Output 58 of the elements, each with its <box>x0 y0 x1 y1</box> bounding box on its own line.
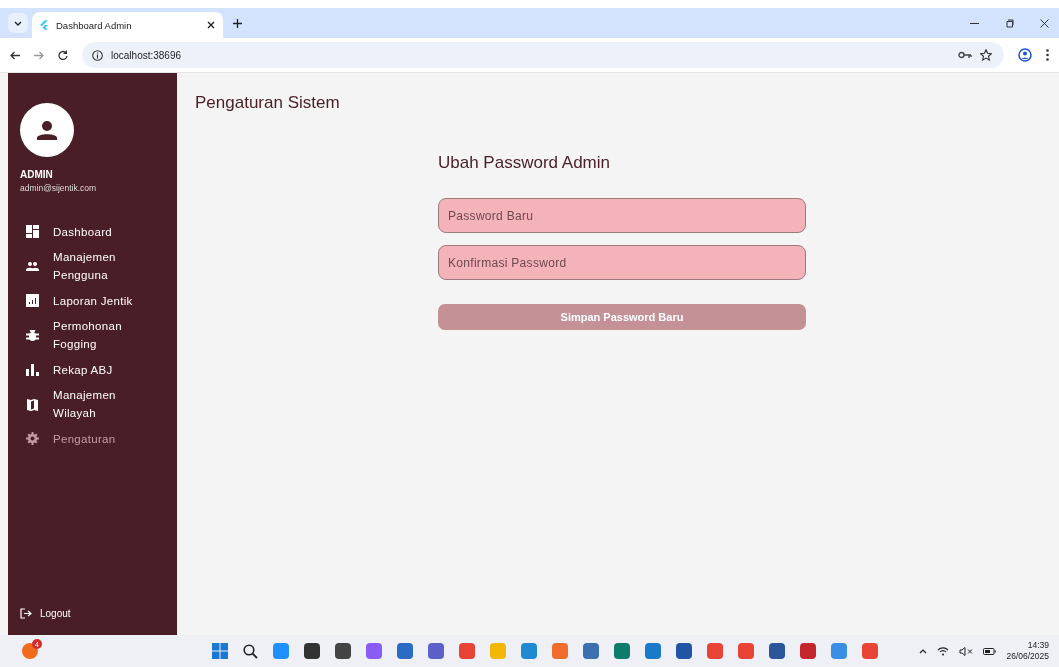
user-email: admin@sijentik.com <box>20 183 98 193</box>
sidebar-item[interactable]: Pengaturan <box>20 422 177 455</box>
restore-icon[interactable] <box>1005 19 1014 28</box>
app-icon[interactable] <box>22 643 38 659</box>
taskbar-app-icon[interactable] <box>614 643 630 659</box>
profile-icon[interactable] <box>1018 48 1032 62</box>
clock-time: 14:39 <box>1027 640 1049 651</box>
menu-icon[interactable] <box>1046 49 1049 61</box>
taskbar-app-icon[interactable] <box>583 643 599 659</box>
password-field[interactable]: Password Baru <box>438 198 806 233</box>
logout-icon <box>20 608 32 619</box>
chart-icon <box>26 363 39 376</box>
taskbar-app-icon[interactable] <box>335 643 351 659</box>
address-bar[interactable]: localhost:38696 <box>82 42 1004 68</box>
start-icon[interactable] <box>212 643 228 659</box>
taskbar-app-icon[interactable] <box>428 643 444 659</box>
sidebar-item[interactable]: Rekap ABJ <box>20 353 177 386</box>
back-icon[interactable] <box>10 50 20 60</box>
reload-icon[interactable] <box>58 50 68 60</box>
info-icon[interactable] <box>92 49 103 61</box>
new-tab-icon[interactable] <box>233 19 242 28</box>
taskbar-app-icon[interactable] <box>397 643 413 659</box>
tab-list-button[interactable] <box>8 13 28 33</box>
clock-date: 26/06/2025 <box>1006 651 1049 662</box>
taskbar-app-icon[interactable] <box>645 643 661 659</box>
report-icon <box>26 294 39 307</box>
people-icon <box>26 259 39 273</box>
browser-tab[interactable]: Dashboard Admin <box>32 12 223 38</box>
taskbar-app-icon[interactable] <box>800 643 816 659</box>
wifi-icon[interactable] <box>937 646 950 656</box>
sidebar-item[interactable]: Permohonan Fogging <box>20 317 177 353</box>
form-title: Ubah Password Admin <box>438 153 611 173</box>
sidebar-item[interactable]: Manajemen Pengguna <box>20 248 177 284</box>
taskbar-app-icon[interactable] <box>676 643 692 659</box>
key-icon[interactable] <box>958 51 972 59</box>
logout-button[interactable]: Logout <box>20 608 71 619</box>
chevron-down-icon <box>14 20 22 26</box>
user-name: ADMIN <box>20 169 54 180</box>
close-tab-icon[interactable] <box>207 21 215 29</box>
dashboard-icon <box>26 225 39 238</box>
gear-icon <box>26 432 39 445</box>
sidebar-item[interactable]: Laporan Jentik <box>20 284 177 317</box>
battery-icon[interactable] <box>983 647 997 655</box>
page-title: Pengaturan Sistem <box>195 93 341 113</box>
map-icon <box>26 397 39 411</box>
search-icon[interactable] <box>243 643 258 659</box>
flutter-logo-icon <box>40 20 48 30</box>
sidebar-item[interactable]: Dashboard <box>20 215 177 248</box>
avatar-icon <box>20 103 74 157</box>
taskbar-app-icon[interactable] <box>769 643 785 659</box>
taskbar-app-icon[interactable] <box>304 643 320 659</box>
sidebar-item[interactable]: Manajemen Wilayah <box>20 386 177 422</box>
chevron-up-icon[interactable] <box>919 648 928 654</box>
password-field[interactable]: Konfirmasi Password <box>438 245 806 280</box>
forward-icon[interactable] <box>34 50 44 60</box>
bookmark-star-icon[interactable] <box>980 49 992 61</box>
close-icon[interactable] <box>1040 19 1049 28</box>
speaker-muted-icon[interactable] <box>959 646 974 656</box>
